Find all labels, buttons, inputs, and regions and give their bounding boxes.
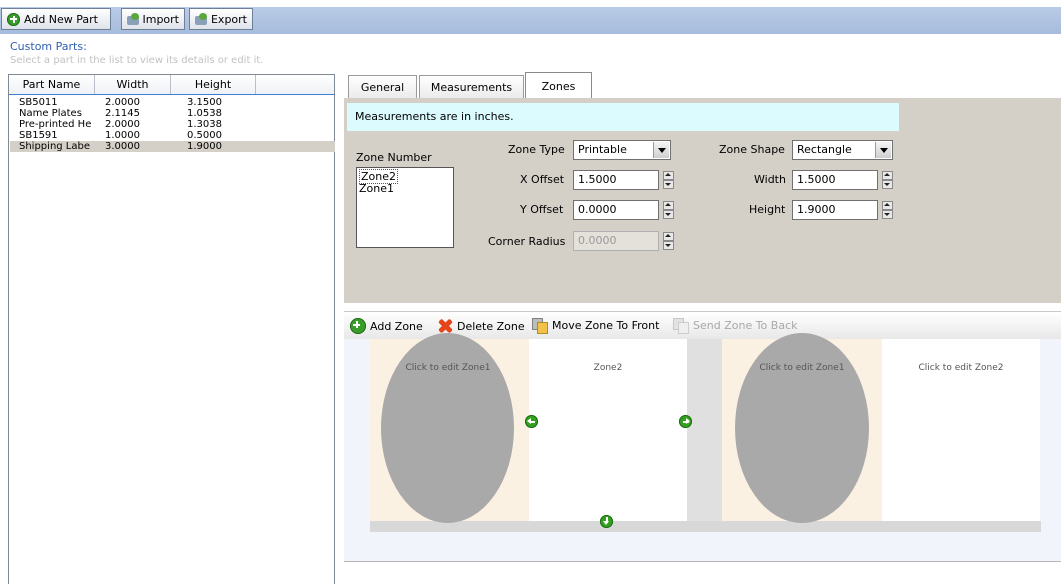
y-offset-input[interactable]: 0.0000 (573, 200, 659, 220)
import-icon (127, 12, 140, 26)
send-to-back-icon (673, 318, 689, 334)
width-input[interactable]: 1.5000 (792, 170, 878, 190)
add-new-part-label: Add New Part (24, 12, 98, 26)
main-toolbar: Add New Part Import Export (0, 7, 1061, 34)
move-zone-to-front-label: Move Zone To Front (552, 319, 660, 332)
table-row[interactable]: SB1591 1.0000 0.5000 (10, 130, 335, 141)
tab-zones[interactable]: Zones (525, 72, 592, 99)
cell-part-name: Shipping Labe (19, 141, 91, 152)
arrow-right-icon[interactable] (679, 415, 692, 428)
measurement-info: Measurements are in inches. (347, 103, 899, 131)
corner-radius-input: 0.0000 (573, 231, 659, 251)
cell-width: 2.1145 (105, 108, 140, 119)
table-row-selected[interactable]: Shipping Labe 3.0000 1.9000 (10, 141, 335, 152)
import-label: Import (142, 12, 179, 26)
zone-shape-label: Zone Shape (719, 143, 785, 156)
zone-type-select[interactable]: Printable (573, 140, 671, 160)
cell-part-name: SB1591 (19, 130, 58, 141)
export-button[interactable]: Export (189, 8, 253, 30)
corner-radius-label: Corner Radius (488, 235, 566, 248)
arrow-left-icon[interactable] (525, 415, 538, 428)
label1-zone1-ellipse[interactable] (381, 333, 514, 523)
zone-shape-select[interactable]: Rectangle (792, 140, 893, 160)
delete-zone-label: Delete Zone (457, 319, 525, 333)
x-offset-label: X Offset (520, 173, 565, 186)
cell-width: 2.0000 (105, 119, 140, 130)
table-row[interactable]: SB5011 2.0000 3.1500 (10, 97, 335, 108)
height-input[interactable]: 1.9000 (792, 200, 878, 220)
add-zone-button[interactable]: Add Zone (350, 318, 423, 334)
table-row[interactable]: Pre-printed He 2.0000 1.3038 (10, 119, 335, 130)
width-label: Width (754, 173, 786, 186)
arrow-down-icon[interactable] (600, 515, 613, 528)
add-icon (350, 318, 366, 334)
cell-height: 3.1500 (187, 97, 222, 108)
add-new-part-button[interactable]: Add New Part (1, 8, 111, 30)
corner-radius-stepper (662, 232, 674, 250)
height-label: Height (749, 203, 786, 216)
delete-zone-button[interactable]: Delete Zone (437, 318, 525, 334)
add-icon (7, 12, 20, 26)
cell-part-name: SB5011 (19, 97, 58, 108)
zone-type-label: Zone Type (508, 143, 565, 156)
zone-type-value: Printable (578, 143, 627, 156)
custom-parts-title: Custom Parts: (10, 40, 87, 53)
label-gap (687, 339, 722, 521)
chevron-down-icon[interactable] (875, 142, 891, 158)
column-width[interactable]: Width (95, 75, 171, 94)
column-height[interactable]: Height (171, 75, 256, 94)
cell-width: 2.0000 (105, 97, 140, 108)
y-offset-stepper[interactable] (662, 201, 674, 219)
y-offset-label: Y Offset (520, 203, 564, 216)
height-stepper[interactable] (881, 201, 893, 219)
label-sheet-strip (370, 521, 1041, 532)
cell-part-name: Pre-printed He (19, 119, 92, 130)
column-part-name[interactable]: Part Name (9, 75, 95, 94)
zone-number-label: Zone Number (356, 151, 432, 164)
list-item[interactable]: Zone2 (359, 169, 451, 184)
chevron-down-icon[interactable] (653, 142, 669, 158)
tab-measurements[interactable]: Measurements (419, 75, 524, 98)
parts-list[interactable]: Part Name Width Height SB5011 2.0000 3.1… (8, 74, 335, 584)
cell-width: 1.0000 (105, 130, 140, 141)
label2-zone1-text: Click to edit Zone1 (759, 363, 845, 373)
x-offset-input[interactable]: 1.5000 (573, 170, 659, 190)
label2-zone1-ellipse[interactable] (735, 333, 869, 523)
zone-number-list[interactable]: Zone2 Zone1 (356, 167, 454, 248)
add-zone-label: Add Zone (370, 319, 423, 333)
parts-list-header: Part Name Width Height (9, 75, 334, 95)
custom-parts-hint: Select a part in the list to view its de… (10, 55, 264, 66)
export-label: Export (210, 12, 247, 26)
import-button[interactable]: Import (121, 8, 185, 30)
x-offset-stepper[interactable] (662, 171, 674, 189)
divider (344, 561, 1061, 562)
move-zone-to-front-button[interactable]: Move Zone To Front (532, 318, 660, 334)
bring-to-front-icon (532, 318, 548, 334)
width-stepper[interactable] (881, 171, 893, 189)
label1-zone1-text: Click to edit Zone1 (405, 363, 491, 373)
tab-general[interactable]: General (348, 75, 417, 98)
cell-part-name: Name Plates (19, 108, 82, 119)
cell-width: 3.0000 (105, 141, 140, 152)
cell-height: 1.0538 (187, 108, 222, 119)
cell-height: 1.9000 (187, 141, 222, 152)
delete-icon (437, 318, 453, 334)
zone-shape-value: Rectangle (797, 143, 852, 156)
send-zone-to-back-label: Send Zone To Back (693, 319, 798, 332)
send-zone-to-back-button: Send Zone To Back (673, 318, 798, 334)
label2-zone2-text: Click to edit Zone2 (918, 363, 1004, 373)
export-icon (195, 12, 207, 26)
table-row[interactable]: Name Plates 2.1145 1.0538 (10, 108, 335, 119)
cell-height: 1.3038 (187, 119, 222, 130)
list-item[interactable]: Zone1 (359, 182, 451, 195)
cell-height: 0.5000 (187, 130, 222, 141)
label1-zone2-text: Zone2 (593, 363, 623, 373)
